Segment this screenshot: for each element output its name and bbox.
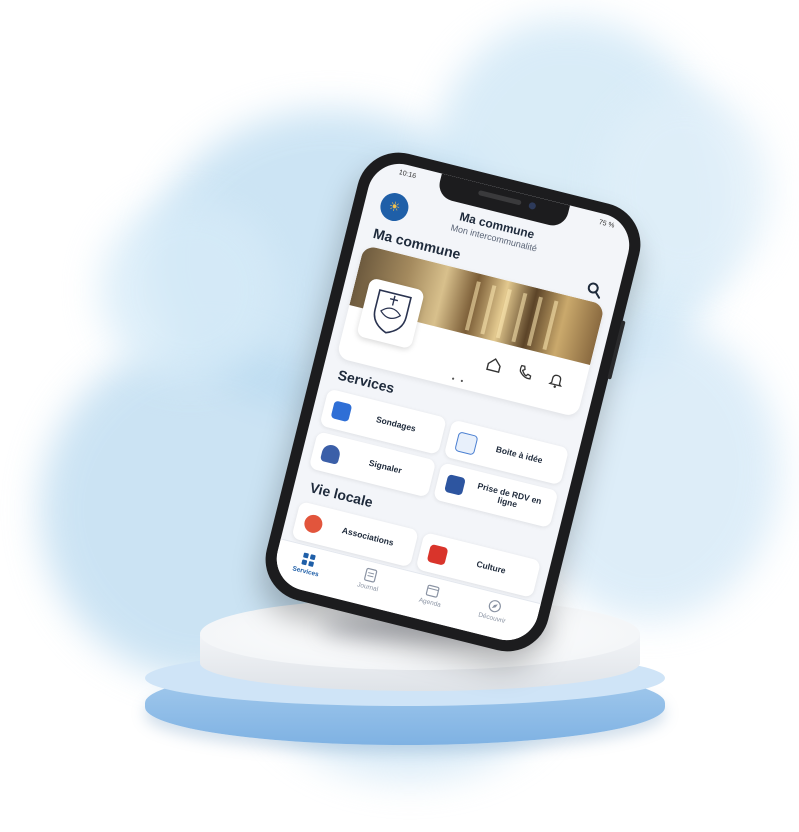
associations-icon — [302, 512, 325, 535]
status-time: 10:16 — [398, 169, 417, 181]
report-icon — [319, 443, 342, 465]
culture-icon — [426, 543, 449, 566]
status-battery: 75 % — [597, 219, 616, 230]
lightbulb-icon — [454, 431, 479, 456]
services-grid-icon — [301, 552, 316, 567]
bell-icon[interactable] — [545, 369, 567, 391]
home-icon[interactable] — [483, 354, 505, 376]
watercolor-blob — [100, 200, 280, 380]
tab-journal[interactable]: Journal — [338, 561, 402, 598]
tab-agenda[interactable]: Agenda — [400, 577, 464, 614]
tab-services[interactable]: Services — [276, 546, 340, 583]
calendar-icon — [444, 474, 466, 496]
product-illustration: 10:16 75 % ☀ Ma commune Mon intercommuna… — [0, 0, 799, 832]
tab-decouvrir[interactable]: Découvrir — [462, 592, 526, 629]
agenda-icon — [425, 584, 440, 598]
phone-icon[interactable] — [514, 362, 536, 384]
compass-icon — [488, 600, 501, 613]
poll-icon — [330, 400, 353, 423]
search-icon[interactable] — [585, 280, 604, 299]
journal-icon — [364, 567, 378, 583]
